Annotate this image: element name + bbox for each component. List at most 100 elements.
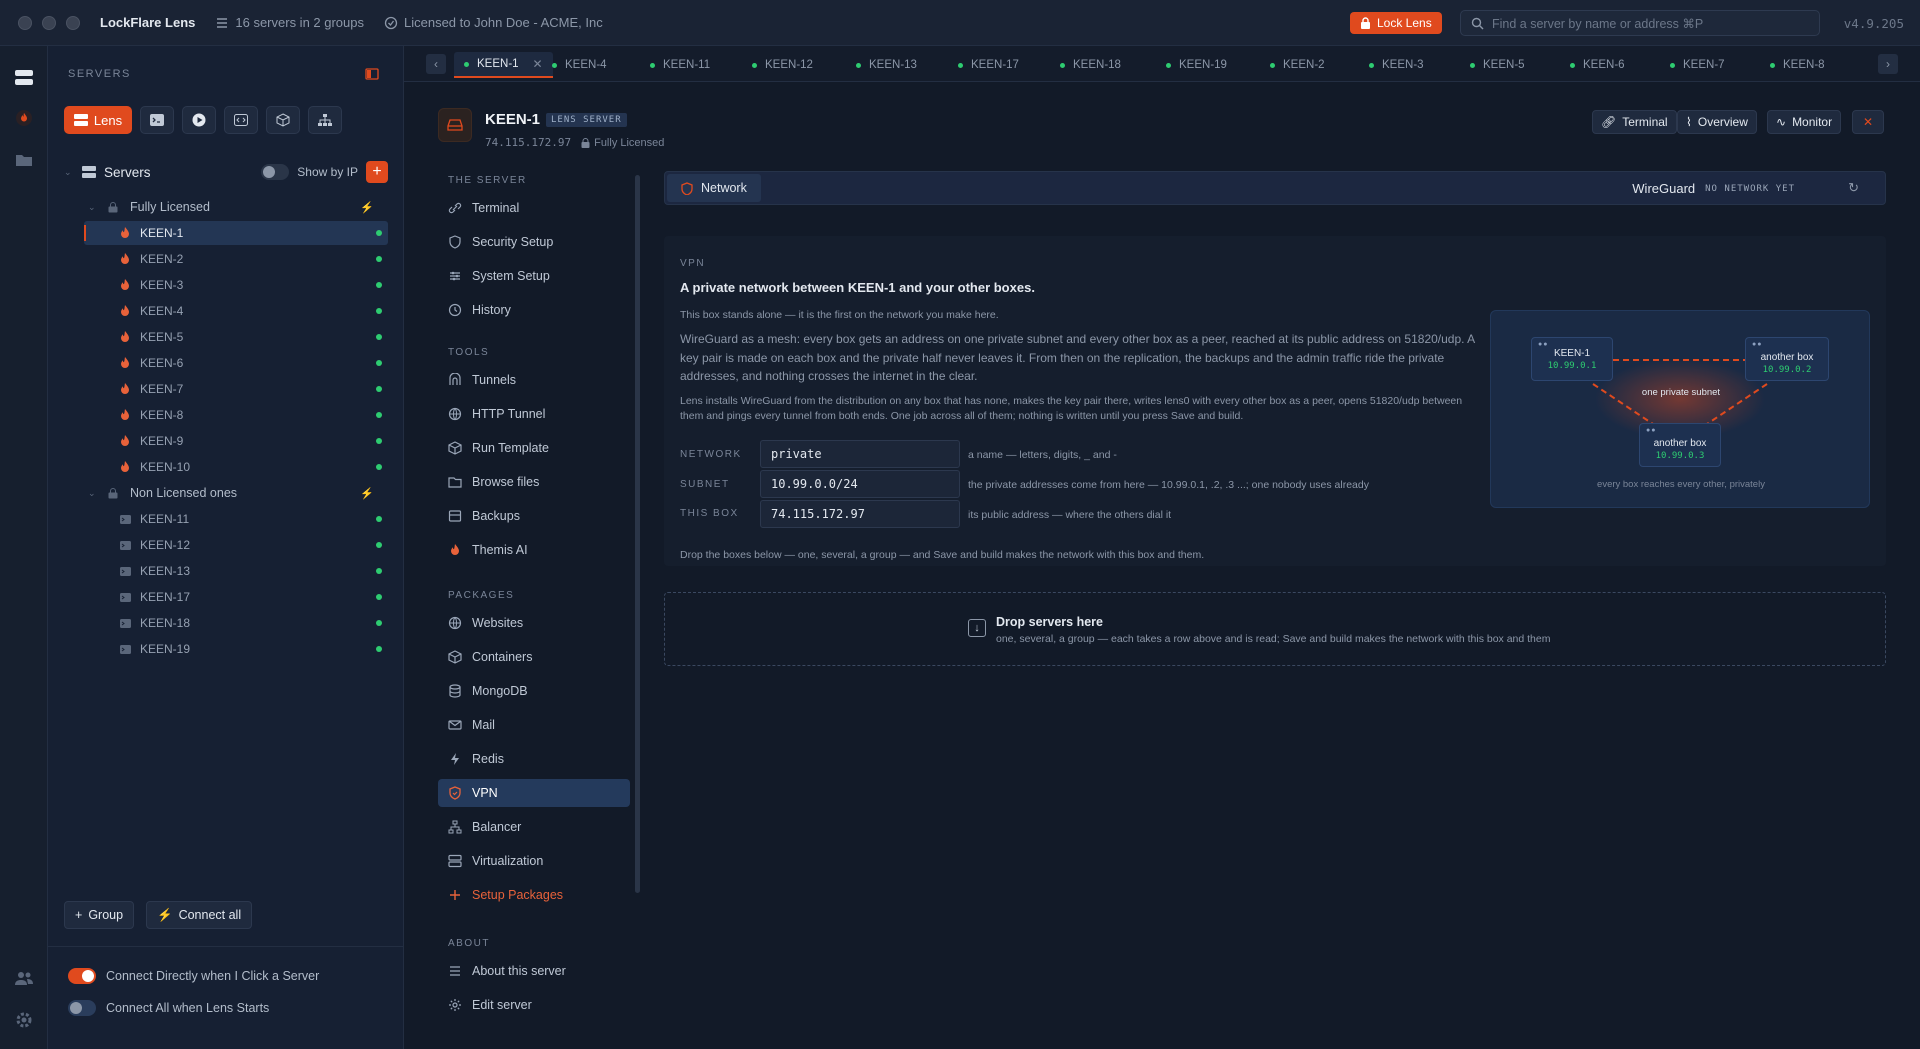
nav-item-terminal[interactable]: Terminal (438, 194, 630, 222)
nav-item-tunnels[interactable]: Tunnels (438, 366, 630, 394)
box-icon (448, 441, 462, 455)
close-server-button[interactable]: ✕ (1852, 110, 1884, 134)
bolt-icon[interactable]: ⚡ (360, 487, 374, 500)
server-row[interactable]: KEEN-19 (84, 637, 388, 661)
nav-item-edit-server[interactable]: Edit server (438, 991, 630, 1019)
close-tab-icon[interactable]: ✕ (533, 57, 543, 71)
tabs-scroll-right-button[interactable]: › (1878, 54, 1898, 74)
network-tool-button[interactable] (308, 106, 342, 134)
chevron-down-icon[interactable]: ⌄ (88, 202, 100, 213)
nav-item-backups[interactable]: Backups (438, 502, 630, 530)
server-search-input[interactable]: Find a server by name or address ⌘P (1460, 10, 1820, 36)
minimize-window-button[interactable] (42, 15, 56, 30)
refresh-icon[interactable]: ↻ (1848, 180, 1859, 196)
nav-item-browse-files[interactable]: Browse files (438, 468, 630, 496)
monitor-button[interactable]: ∿ Monitor (1767, 110, 1842, 134)
server-tab[interactable]: KEEN-18 (1060, 52, 1121, 78)
nav-item-vpn[interactable]: VPN (438, 779, 630, 807)
settings-gear-icon[interactable] (12, 1008, 36, 1032)
bolt-icon[interactable]: ⚡ (360, 201, 374, 214)
show-by-ip-toggle[interactable] (261, 164, 290, 180)
server-tab[interactable]: KEEN-17 (958, 52, 1019, 78)
server-tab[interactable]: KEEN-1 ✕ (454, 52, 553, 78)
server-row[interactable]: KEEN-18 (84, 611, 388, 635)
nav-item-balancer[interactable]: Balancer (438, 813, 630, 841)
package-tool-button[interactable] (266, 106, 300, 134)
server-row[interactable]: KEEN-7 (84, 377, 388, 401)
subnet-input[interactable]: 10.99.0.0/24 (760, 470, 960, 498)
server-row[interactable]: KEEN-11 (84, 507, 388, 531)
connect-all-button[interactable]: ⚡ Connect all (146, 901, 253, 929)
nav-item-containers[interactable]: Containers (438, 643, 630, 671)
setting-connect-all[interactable]: Connect All when Lens Starts (68, 998, 269, 1018)
flame-icon[interactable] (12, 106, 36, 130)
nav-item-run-template[interactable]: Run Template (438, 434, 630, 462)
window-controls[interactable] (18, 15, 80, 30)
server-row[interactable]: KEEN-2 (84, 247, 388, 271)
server-tab[interactable]: KEEN-8 (1770, 52, 1825, 78)
nav-item-themis-ai[interactable]: Themis AI (438, 536, 630, 564)
chevron-down-icon[interactable]: ⌄ (88, 488, 100, 499)
servers-tree-root[interactable]: ⌄ Servers Show by IP + (64, 160, 388, 184)
nav-item-mail[interactable]: Mail (438, 711, 630, 739)
overview-button[interactable]: ⌇ Overview (1677, 110, 1757, 134)
nav-item-websites[interactable]: Websites (438, 609, 630, 637)
users-icon[interactable] (12, 966, 36, 990)
drop-servers-zone[interactable]: ↓ Drop servers here one, several, a grou… (664, 592, 1886, 666)
nav-item-setup-packages[interactable]: Setup Packages (438, 881, 630, 909)
add-group-button[interactable]: + Group (64, 901, 135, 929)
nav-item-mongodb[interactable]: MongoDB (438, 677, 630, 705)
server-tab[interactable]: KEEN-19 (1166, 52, 1227, 78)
server-tab[interactable]: KEEN-4 (552, 52, 607, 78)
server-row[interactable]: KEEN-5 (84, 325, 388, 349)
play-tool-button[interactable] (182, 106, 216, 134)
server-tab[interactable]: KEEN-3 (1369, 52, 1424, 78)
public-address-input[interactable]: 74.115.172.97 (760, 500, 960, 528)
setting-connect-direct[interactable]: Connect Directly when I Click a Server (68, 966, 319, 986)
server-row[interactable]: KEEN-9 (84, 429, 388, 453)
nav-scrollbar[interactable] (635, 175, 640, 893)
close-window-button[interactable] (18, 15, 32, 30)
server-tab[interactable]: KEEN-2 (1270, 52, 1325, 78)
collapse-sidebar-icon[interactable] (365, 68, 379, 83)
nav-item-virtualization[interactable]: Virtualization (438, 847, 630, 875)
nav-item-security-setup[interactable]: Security Setup (438, 228, 630, 256)
server-row[interactable]: KEEN-13 (84, 559, 388, 583)
nav-item-http-tunnel[interactable]: HTTP Tunnel (438, 400, 630, 428)
server-tab[interactable]: KEEN-6 (1570, 52, 1625, 78)
folder-icon[interactable] (12, 148, 36, 172)
connect-direct-toggle[interactable] (68, 968, 96, 984)
servers-icon[interactable] (12, 66, 36, 90)
network-tab[interactable]: Network (667, 174, 761, 202)
server-tab[interactable]: KEEN-12 (752, 52, 813, 78)
lock-lens-button[interactable]: Lock Lens (1350, 12, 1442, 34)
server-tab[interactable]: KEEN-11 (650, 52, 710, 78)
nav-item-redis[interactable]: Redis (438, 745, 630, 773)
server-row[interactable]: KEEN-10 (84, 455, 388, 479)
server-row[interactable]: KEEN-12 (84, 533, 388, 557)
server-row[interactable]: KEEN-1 (84, 221, 388, 245)
code-tool-button[interactable] (224, 106, 258, 134)
nav-item-system-setup[interactable]: System Setup (438, 262, 630, 290)
server-row[interactable]: KEEN-4 (84, 299, 388, 323)
terminal-button[interactable]: 🔗︎ Terminal (1592, 110, 1677, 134)
network-name-input[interactable]: private (760, 440, 960, 468)
tabs-scroll-left-button[interactable]: ‹ (426, 54, 446, 74)
server-tab[interactable]: KEEN-13 (856, 52, 917, 78)
server-group[interactable]: ⌄ Non Licensed ones ⚡ (88, 482, 388, 504)
lens-button[interactable]: Lens (64, 106, 132, 134)
maximize-window-button[interactable] (66, 15, 80, 30)
server-row[interactable]: KEEN-8 (84, 403, 388, 427)
server-tab[interactable]: KEEN-5 (1470, 52, 1525, 78)
server-tab[interactable]: KEEN-7 (1670, 52, 1725, 78)
terminal-tool-button[interactable] (140, 106, 174, 134)
server-group[interactable]: ⌄ Fully Licensed ⚡ (88, 196, 388, 218)
server-row[interactable]: KEEN-6 (84, 351, 388, 375)
server-row[interactable]: KEEN-3 (84, 273, 388, 297)
add-server-button[interactable]: + (366, 161, 388, 183)
chevron-down-icon[interactable]: ⌄ (64, 167, 76, 178)
nav-item-history[interactable]: History (438, 296, 630, 324)
server-row[interactable]: KEEN-17 (84, 585, 388, 609)
nav-item-about-this-server[interactable]: About this server (438, 957, 630, 985)
connect-all-toggle[interactable] (68, 1000, 96, 1016)
